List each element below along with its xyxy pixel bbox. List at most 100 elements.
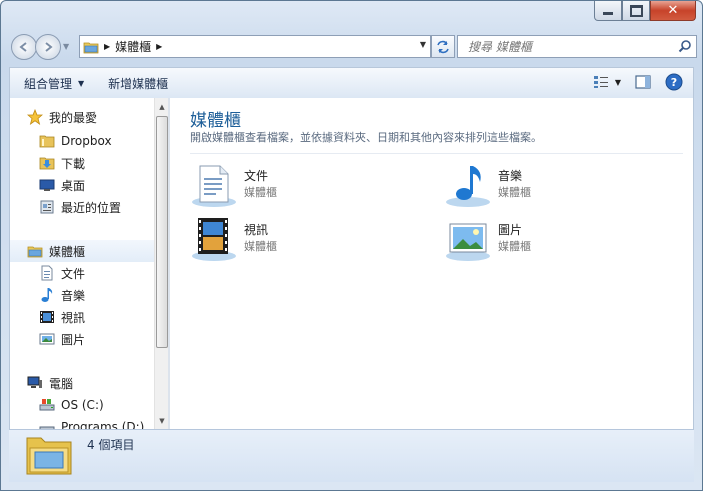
breadcrumb-arrow-icon[interactable]: ▶	[156, 42, 162, 51]
nav-item-label: 桌面	[61, 178, 86, 193]
nav-item-label: 最近的位置	[61, 200, 122, 215]
close-icon: ✕	[667, 3, 679, 18]
nav-libraries-label: 媒體櫃	[49, 244, 86, 259]
close-button[interactable]: ✕	[650, 1, 696, 21]
nav-item-drive-c[interactable]: OS (C:)	[10, 394, 154, 416]
caption-buttons: ✕	[594, 1, 696, 21]
search-box[interactable]	[457, 35, 697, 58]
star-icon	[26, 109, 44, 125]
view-tools: ▼ ?	[579, 73, 683, 91]
nav-item-documents[interactable]: 文件	[10, 262, 154, 284]
pictures-icon	[38, 331, 56, 347]
computer-icon	[26, 375, 44, 391]
drive-icon	[38, 397, 56, 413]
pane-splitter[interactable]	[168, 98, 170, 430]
search-icon[interactable]	[678, 39, 692, 53]
breadcrumb-libraries[interactable]: 媒體櫃	[115, 38, 151, 55]
dropbox-folder-icon	[38, 133, 56, 149]
navigation-scrollbar[interactable]: ▲ ▼	[154, 98, 169, 430]
details-view-icon	[593, 76, 608, 88]
preview-pane-button[interactable]	[635, 75, 651, 89]
back-button[interactable]	[11, 34, 37, 60]
main-panes: 我的最愛 Dropbox 下載 桌面 最近的位置 媒體櫃 文件 音樂 視訊 圖片…	[9, 98, 694, 430]
address-history-dropdown-icon[interactable]: ▼	[420, 40, 426, 49]
search-input[interactable]	[466, 36, 670, 57]
recent-places-icon	[38, 199, 56, 215]
forward-button[interactable]	[35, 34, 61, 60]
music-icon	[38, 287, 56, 303]
nav-item-music[interactable]: 音樂	[10, 284, 154, 306]
nav-item-recent-places[interactable]: 最近的位置	[10, 196, 154, 218]
library-type: 媒體櫃	[498, 186, 531, 199]
explorer-window: ✕ ▼ ▶ 媒體櫃 ▶ ▼ 搜尋 媒體櫃 組合管理 ▼ 新增媒體櫃 ▼ ? 我的…	[0, 0, 703, 491]
address-bar[interactable]: ▶ 媒體櫃 ▶ ▼	[79, 35, 431, 58]
videos-library-icon	[192, 218, 236, 261]
nav-item-drive-d[interactable]: Programs (D:)	[10, 416, 154, 430]
new-library-button[interactable]: 新增媒體櫃	[108, 75, 168, 92]
library-folder-icon	[26, 243, 44, 259]
library-tile-videos[interactable]: 視訊 媒體櫃	[190, 216, 390, 262]
chevron-down-icon: ▼	[614, 77, 621, 87]
library-tile-pictures[interactable]: 圖片 媒體櫃	[444, 216, 644, 262]
minimize-button[interactable]	[594, 1, 622, 21]
music-library-icon	[446, 166, 490, 207]
library-name: 音樂	[498, 169, 523, 183]
scroll-down-arrow-icon[interactable]: ▼	[155, 414, 169, 428]
help-icon: ?	[665, 73, 683, 91]
library-name: 文件	[244, 169, 269, 183]
library-tile-documents[interactable]: 文件 媒體櫃	[190, 162, 390, 208]
documents-library-icon	[192, 165, 236, 207]
nav-favorites[interactable]: 我的最愛	[10, 106, 154, 128]
scrollbar-thumb[interactable]	[156, 116, 168, 348]
nav-item-label: 視訊	[61, 310, 86, 325]
nav-item-label: 音樂	[61, 288, 86, 303]
library-tile-music[interactable]: 音樂 媒體櫃	[444, 162, 644, 208]
navigation-bar: ▼ ▶ 媒體櫃 ▶ ▼	[9, 33, 697, 61]
refresh-icon	[437, 40, 449, 53]
help-button[interactable]: ?	[665, 73, 683, 91]
maximize-button[interactable]	[622, 1, 650, 21]
downloads-icon	[38, 155, 56, 171]
nav-item-desktop[interactable]: 桌面	[10, 174, 154, 196]
nav-item-label: 圖片	[61, 332, 86, 347]
nav-item-label: 文件	[61, 266, 86, 281]
nav-item-dropbox[interactable]: Dropbox	[10, 130, 154, 152]
divider	[190, 153, 683, 154]
command-bar: 組合管理 ▼ 新增媒體櫃 ▼ ?	[9, 67, 694, 99]
organize-label: 組合管理	[24, 76, 73, 91]
nav-item-label: 下載	[61, 156, 86, 171]
chevron-down-icon: ▼	[78, 78, 85, 88]
page-description: 開啟媒體櫃查看檔案，並依據資料夾、日期和其他內容來排列這些檔案。	[190, 131, 542, 144]
forward-arrow-icon	[45, 42, 53, 52]
library-folder-icon	[26, 437, 72, 475]
nav-item-downloads[interactable]: 下載	[10, 152, 154, 174]
nav-computer[interactable]: 電腦	[10, 372, 154, 394]
details-pane: 4 個項目	[9, 429, 694, 482]
content-pane: 媒體櫃 開啟媒體櫃查看檔案，並依據資料夾、日期和其他內容來排列這些檔案。 文件 …	[172, 98, 693, 430]
back-arrow-icon	[19, 42, 27, 52]
nav-item-label: OS (C:)	[61, 398, 104, 412]
page-title: 媒體櫃	[190, 111, 241, 131]
breadcrumb-arrow-icon[interactable]: ▶	[104, 42, 110, 51]
video-icon	[38, 309, 56, 325]
nav-computer-label: 電腦	[49, 376, 74, 391]
documents-icon	[38, 265, 56, 281]
recent-pages-dropdown-icon[interactable]: ▼	[63, 42, 69, 51]
nav-item-pictures[interactable]: 圖片	[10, 328, 154, 350]
minimize-icon	[603, 12, 613, 15]
scroll-up-arrow-icon[interactable]: ▲	[155, 100, 169, 114]
navigation-pane[interactable]: 我的最愛 Dropbox 下載 桌面 最近的位置 媒體櫃 文件 音樂 視訊 圖片…	[10, 98, 154, 430]
library-name: 視訊	[244, 223, 269, 237]
organize-button[interactable]: 組合管理 ▼	[24, 75, 84, 92]
item-count: 4 個項目	[87, 438, 135, 452]
change-view-button[interactable]: ▼	[593, 75, 621, 89]
refresh-button[interactable]	[431, 35, 455, 58]
nav-item-label: Dropbox	[61, 134, 112, 148]
preview-pane-icon	[635, 75, 651, 89]
library-name: 圖片	[498, 223, 523, 237]
nav-favorites-label: 我的最愛	[49, 110, 98, 125]
svg-text:?: ?	[671, 76, 677, 89]
nav-libraries[interactable]: 媒體櫃	[10, 240, 154, 262]
nav-item-videos[interactable]: 視訊	[10, 306, 154, 328]
library-folder-icon	[83, 42, 99, 53]
